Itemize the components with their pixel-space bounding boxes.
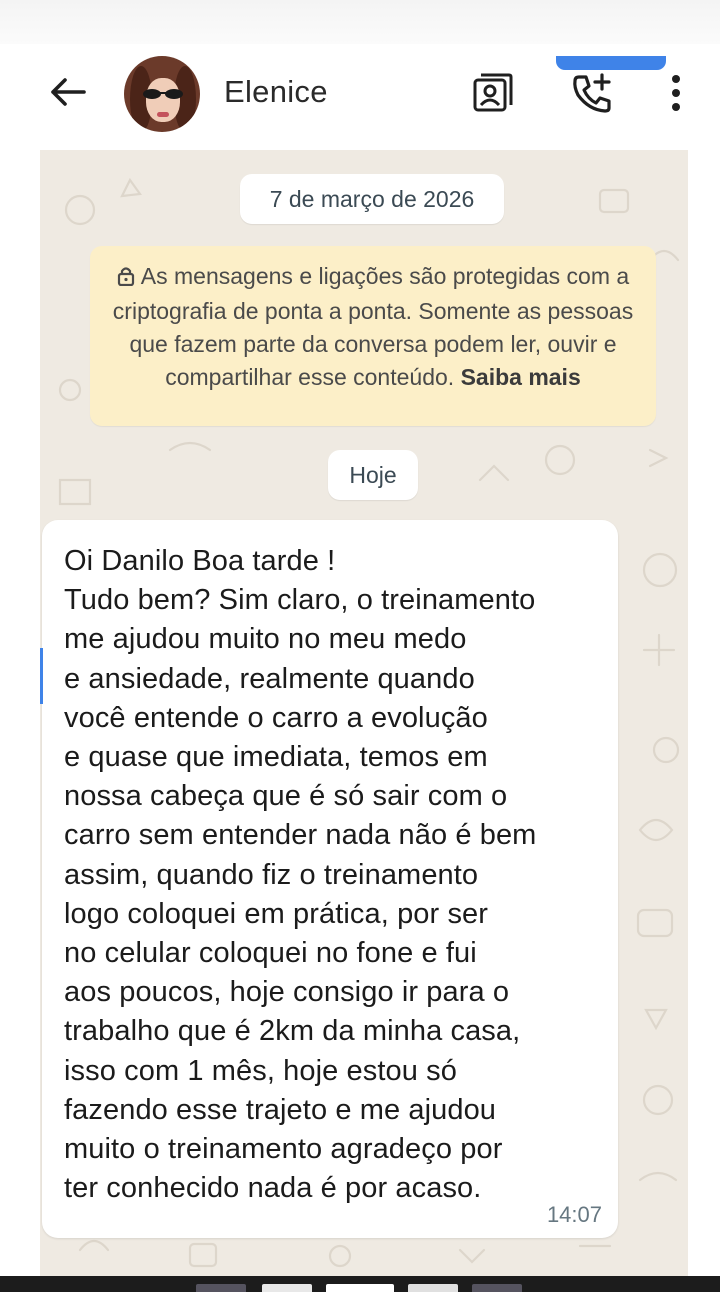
scroll-marker [40,648,43,704]
thumbnail-strip [472,1284,522,1292]
back-arrow-icon[interactable] [48,72,88,112]
more-vertical-icon[interactable] [664,70,688,116]
message-timestamp: 14:07 [546,1202,602,1227]
incoming-message-bubble[interactable]: Oi Danilo Boa tarde ! Tudo bem? Sim clar… [42,520,618,1238]
thumbnail-strip [326,1284,394,1292]
add-call-icon[interactable] [568,68,618,118]
learn-more-link[interactable]: Saiba mais [461,364,581,390]
thumbnail-strip [408,1284,458,1292]
chat-screen: Elenice 7 de março de 2026 As mensagens … [40,44,688,1276]
contact-name[interactable]: Elenice [224,74,328,110]
lock-icon [117,262,135,295]
thumbnail-strip [196,1284,246,1292]
encryption-notice[interactable]: As mensagens e ligações são protegidas c… [90,246,656,426]
top-strip [0,0,720,44]
chat-area[interactable]: 7 de março de 2026 As mensagens e ligaçõ… [40,150,688,1276]
chat-header: Elenice [40,44,688,150]
message-text: Oi Danilo Boa tarde ! Tudo bem? Sim clar… [64,545,537,1205]
avatar[interactable] [124,56,200,132]
contact-card-icon[interactable] [470,70,516,116]
date-chip: 7 de março de 2026 [240,174,504,224]
thumbnail-strip [262,1284,312,1292]
today-chip: Hoje [328,450,418,500]
